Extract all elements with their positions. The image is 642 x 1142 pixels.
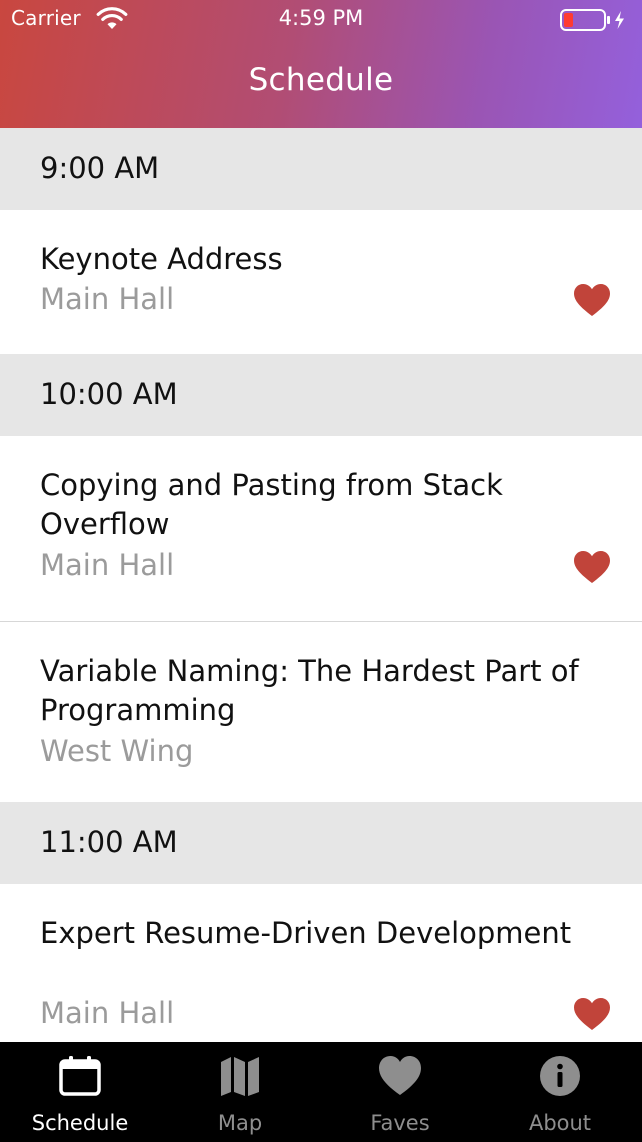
info-icon xyxy=(540,1056,580,1096)
status-bar: Carrier 4:59 PM xyxy=(0,0,642,40)
section-header-10am: 10:00 AM xyxy=(0,354,642,436)
session-row[interactable]: Variable Naming: The Hardest Part of Pro… xyxy=(0,622,642,802)
schedule-screen: Carrier 4:59 PM Schedule 9:00 AM Keynote… xyxy=(0,0,642,1142)
session-location: Main Hall xyxy=(40,996,175,1030)
schedule-list[interactable]: 9:00 AM Keynote Address Main Hall 10:00 … xyxy=(0,128,642,1042)
tab-map[interactable]: Map xyxy=(160,1042,320,1142)
tab-schedule[interactable]: Schedule xyxy=(0,1042,160,1142)
header: Carrier 4:59 PM Schedule xyxy=(0,0,642,128)
session-location: Main Hall xyxy=(40,548,175,582)
section-time: 10:00 AM xyxy=(40,377,178,411)
page-title: Schedule xyxy=(248,62,394,98)
tab-about[interactable]: About xyxy=(480,1042,640,1142)
tab-label: Schedule xyxy=(31,1111,129,1135)
tab-faves[interactable]: Faves xyxy=(320,1042,480,1142)
tab-label: Map xyxy=(217,1111,263,1135)
session-location: West Wing xyxy=(40,734,194,768)
session-location: Main Hall xyxy=(40,282,175,316)
section-time: 11:00 AM xyxy=(40,825,178,859)
status-time: 4:59 PM xyxy=(278,6,364,30)
section-header-11am: 11:00 AM xyxy=(0,802,642,884)
favorite-heart-icon[interactable] xyxy=(574,551,610,584)
session-title: Variable Naming: The Hardest Part of Pro… xyxy=(40,654,579,727)
favorite-heart-icon[interactable] xyxy=(574,284,610,317)
session-row[interactable]: Expert Resume-Driven Development Main Ha… xyxy=(0,884,642,1042)
session-title: Keynote Address xyxy=(40,242,283,276)
session-row[interactable]: Copying and Pasting from Stack Overflow … xyxy=(0,436,642,621)
section-header-9am: 9:00 AM xyxy=(0,128,642,210)
section-time: 9:00 AM xyxy=(40,151,160,185)
session-row[interactable]: Keynote Address Main Hall xyxy=(0,210,642,354)
tab-label: About xyxy=(528,1111,592,1135)
tab-label: Faves xyxy=(370,1111,430,1135)
battery-icon xyxy=(560,9,624,31)
favorite-heart-icon[interactable] xyxy=(574,998,610,1031)
session-title: Expert Resume-Driven Development xyxy=(40,916,572,950)
session-title: Copying and Pasting from Stack Overflow xyxy=(40,468,503,541)
map-icon xyxy=(221,1057,259,1096)
calendar-icon xyxy=(59,1056,101,1096)
heart-icon xyxy=(379,1056,421,1095)
tab-bar: Schedule Map Faves About xyxy=(0,1042,642,1142)
